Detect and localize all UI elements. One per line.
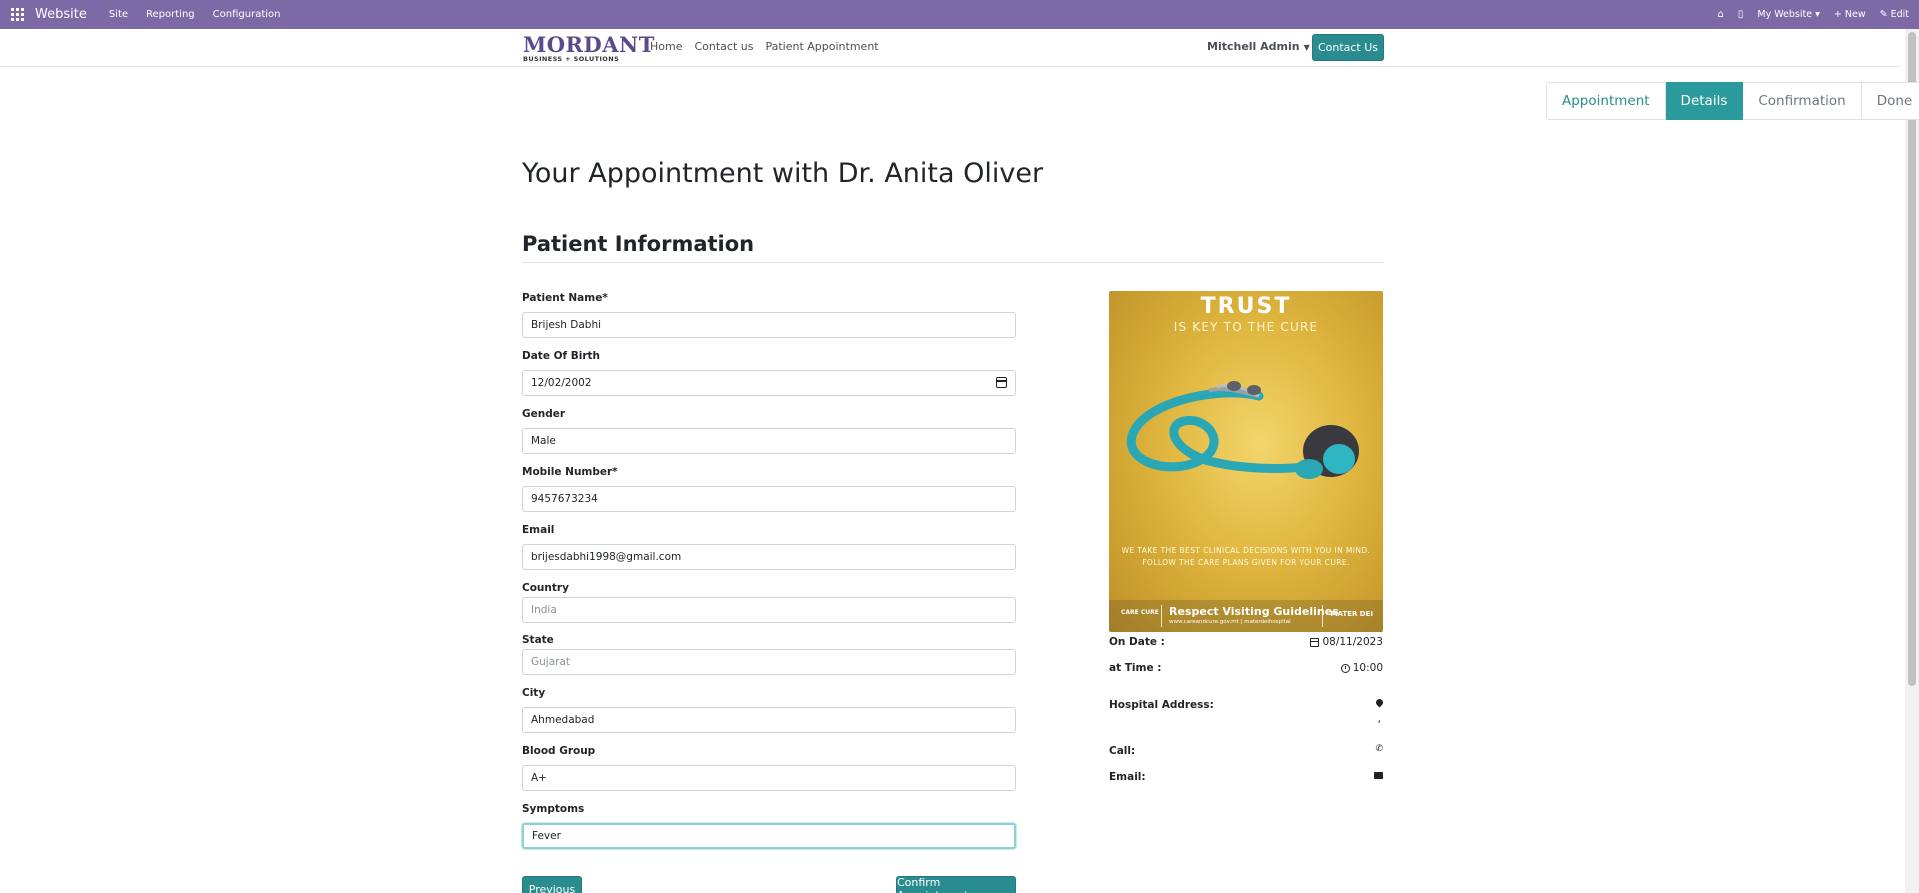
- doctor-poster-image: TRUST IS KEY TO THE CURE WE TAKE THE BES…: [1109, 291, 1383, 632]
- previous-button[interactable]: Previous: [522, 876, 582, 893]
- nav-patient-appointment[interactable]: Patient Appointment: [765, 40, 878, 53]
- time-value: 10:00: [1340, 662, 1383, 674]
- new-button[interactable]: + New: [1834, 9, 1866, 20]
- main-nav: Home Contact us Patient Appointment: [650, 40, 879, 53]
- on-date-label: On Date :: [1109, 636, 1165, 648]
- company-logo[interactable]: MORDANT BUSINESS + SOLUTIONS: [523, 34, 654, 63]
- hospital-address-label: Hospital Address:: [1109, 699, 1214, 711]
- admin-menu-reporting[interactable]: Reporting: [146, 9, 195, 20]
- hospital-address-icon-wrap: [1374, 697, 1385, 708]
- email-info-label: Email:: [1109, 771, 1146, 783]
- poster-footer-brand: CARE CURE: [1121, 609, 1159, 616]
- envelope-icon: [1374, 772, 1383, 779]
- page-title: Your Appointment with Dr. Anita Oliver: [522, 158, 1044, 189]
- map-pin-icon: [1374, 697, 1385, 708]
- bug-icon[interactable]: ⌂: [1718, 9, 1724, 20]
- contact-us-button[interactable]: Contact Us: [1312, 34, 1384, 61]
- patient-name-input[interactable]: Brijesh Dabhi: [522, 312, 1016, 338]
- section-title: Patient Information: [522, 232, 755, 256]
- progress-steps: Appointment Details Confirmation Done: [1546, 82, 1919, 120]
- mobile-preview-icon[interactable]: ▯: [1738, 9, 1744, 20]
- patient-name-label: Patient Name*: [522, 292, 608, 304]
- poster-message: WE TAKE THE BEST CLINICAL DECISIONS WITH…: [1121, 546, 1371, 567]
- state-label: State: [522, 634, 554, 646]
- my-website-dropdown[interactable]: My Website ▾: [1757, 9, 1820, 20]
- site-header: MORDANT BUSINESS + SOLUTIONS Home Contac…: [0, 29, 1900, 67]
- poster-footer-hospital: MATER DEI: [1330, 610, 1373, 618]
- city-input[interactable]: Ahmedabad: [522, 707, 1016, 733]
- nav-home[interactable]: Home: [650, 40, 682, 53]
- country-input[interactable]: India: [522, 597, 1016, 623]
- email-info-value[interactable]: [1374, 772, 1383, 779]
- blood-group-label: Blood Group: [522, 745, 596, 757]
- gender-select[interactable]: Male: [522, 428, 1016, 454]
- admin-menu-site[interactable]: Site: [109, 9, 128, 20]
- step-done[interactable]: Done: [1861, 82, 1919, 120]
- on-date-value: 08/11/2023: [1310, 636, 1383, 648]
- step-details[interactable]: Details: [1665, 82, 1744, 120]
- dob-input[interactable]: 12/02/2002: [522, 370, 1016, 396]
- gender-label: Gender: [522, 408, 566, 420]
- stethoscope-illustration: [1126, 381, 1359, 479]
- city-label: City: [522, 687, 546, 699]
- call-label: Call:: [1109, 745, 1136, 757]
- admin-bar: Website Site Reporting Configuration ⌂ ▯…: [0, 0, 1919, 29]
- admin-menu-configuration[interactable]: Configuration: [213, 9, 281, 20]
- email-label: Email: [522, 524, 555, 536]
- calendar-icon: [1310, 637, 1320, 647]
- mobile-label: Mobile Number*: [522, 466, 618, 478]
- dob-label: Date Of Birth: [522, 350, 601, 362]
- confirm-appointment-button[interactable]: Confirm Appointment: [896, 876, 1016, 893]
- poster-footer-links: www.careandcure.gov.mt | materdeihospita…: [1169, 619, 1291, 625]
- symptoms-input[interactable]: Fever: [522, 823, 1016, 849]
- blood-group-input[interactable]: A+: [522, 765, 1016, 791]
- hospital-address-value: ,: [1377, 713, 1381, 725]
- phone-icon: ✆: [1375, 744, 1383, 754]
- time-label: at Time :: [1109, 662, 1162, 674]
- edit-button[interactable]: ✎ Edit: [1880, 9, 1909, 20]
- poster-footer: CARE CURE Respect Visiting Guidelines ww…: [1109, 600, 1383, 632]
- call-value[interactable]: ✆: [1375, 744, 1383, 754]
- apps-grid-icon[interactable]: [11, 7, 25, 22]
- calendar-icon[interactable]: [996, 377, 1007, 388]
- scrollbar-thumb[interactable]: [1908, 32, 1916, 686]
- poster-footer-title: Respect Visiting Guidelines: [1169, 605, 1339, 618]
- symptoms-label: Symptoms: [522, 803, 585, 815]
- chevron-down-icon: ▼: [1303, 43, 1310, 52]
- clock-icon: [1340, 663, 1350, 673]
- state-input[interactable]: Gujarat: [522, 649, 1016, 675]
- user-menu[interactable]: Mitchell Admin ▼: [1207, 40, 1310, 53]
- nav-contact-us[interactable]: Contact us: [694, 40, 753, 53]
- step-confirmation[interactable]: Confirmation: [1743, 82, 1862, 120]
- admin-brand[interactable]: Website: [35, 7, 87, 22]
- mobile-input[interactable]: 9457673234: [522, 486, 1016, 512]
- step-appointment[interactable]: Appointment: [1546, 82, 1666, 120]
- country-label: Country: [522, 582, 569, 594]
- section-divider: [522, 262, 1384, 263]
- dob-value: 12/02/2002: [531, 377, 592, 389]
- email-input[interactable]: brijesdabhi1998@gmail.com: [522, 544, 1016, 570]
